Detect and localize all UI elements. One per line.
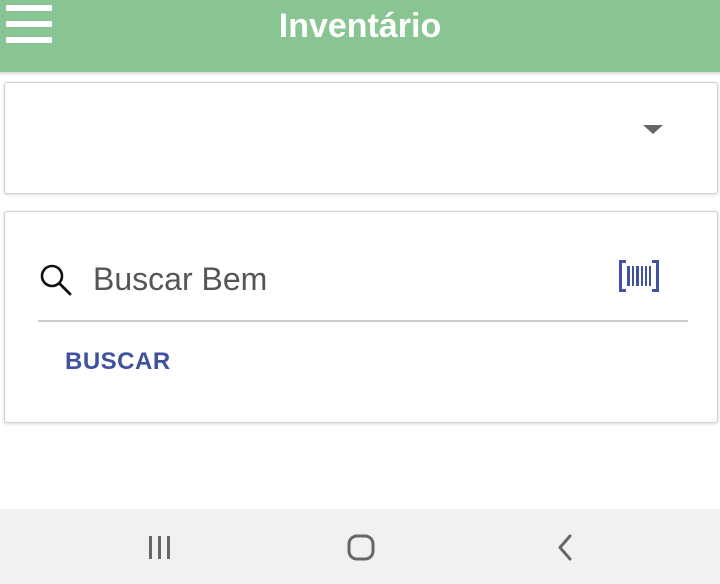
home-icon[interactable]: [331, 523, 391, 571]
recent-apps-icon[interactable]: [130, 523, 190, 571]
search-button[interactable]: BUSCAR: [51, 338, 185, 386]
back-icon[interactable]: [534, 523, 594, 571]
search-icon: [40, 264, 72, 296]
system-navigation-bar: [0, 509, 720, 584]
app-header: Inventário: [0, 0, 720, 72]
barcode-scanner-icon[interactable]: [617, 258, 661, 294]
page-title: Inventário: [278, 7, 442, 45]
search-input-underline: [38, 320, 688, 322]
location-dropdown[interactable]: [4, 82, 718, 194]
header-shadow: [0, 72, 720, 76]
hamburger-menu-icon[interactable]: [6, 2, 54, 46]
caret-down-icon: [643, 125, 663, 134]
app-screen: Inventário Buscar Bem BUSCAR: [0, 0, 720, 584]
search-card: BUSCAR: [4, 211, 718, 423]
search-input[interactable]: [89, 254, 597, 304]
